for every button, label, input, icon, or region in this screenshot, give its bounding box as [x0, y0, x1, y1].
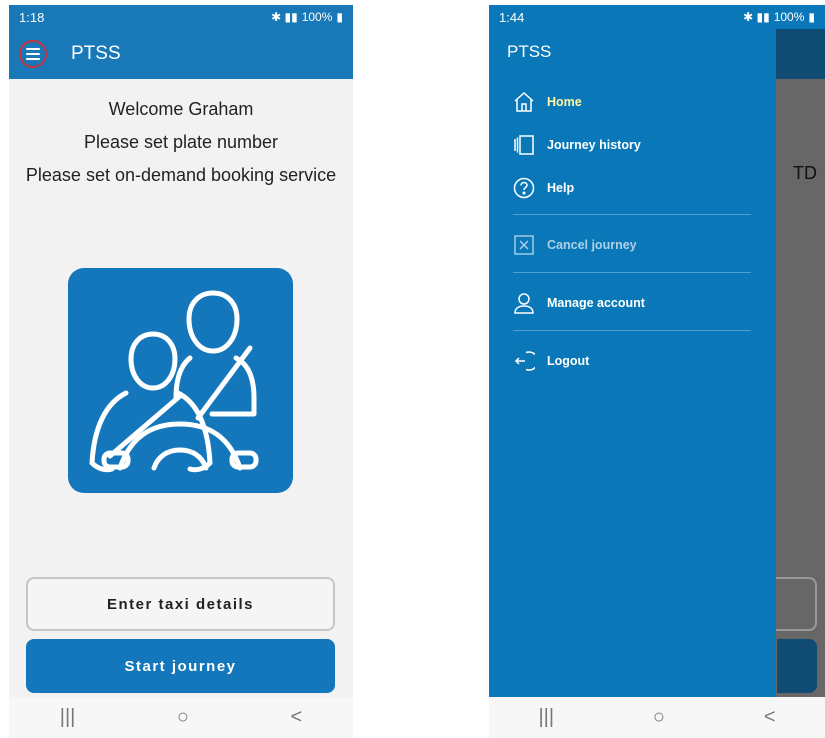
- account-icon: [513, 292, 535, 314]
- dimmed-background-text: TD: [793, 163, 817, 183]
- system-nav-bar: ||| ○ <: [489, 697, 825, 738]
- drawer-item-label: Manage account: [547, 296, 645, 310]
- status-bar: 1:18 ✱ ▮▮ 100% ▮: [9, 5, 353, 29]
- journey-history-icon: [513, 134, 535, 156]
- drawer-item-label: Cancel journey: [547, 238, 637, 252]
- drawer-item-home[interactable]: Home: [513, 91, 582, 113]
- status-time: 1:44: [499, 9, 525, 25]
- drawer-item-logout[interactable]: Logout: [513, 350, 589, 372]
- left-phone-screen: 1:18 ✱ ▮▮ 100% ▮ PTSS Welcome Graham Ple…: [9, 5, 353, 738]
- recents-icon[interactable]: |||: [538, 706, 554, 729]
- drawer-item-label: Journey history: [547, 138, 641, 152]
- enter-taxi-details-button[interactable]: Enter taxi details: [26, 577, 335, 631]
- drawer-divider: [513, 330, 751, 331]
- home-icon: [513, 91, 535, 113]
- cancel-icon: [513, 234, 535, 256]
- back-icon[interactable]: <: [291, 706, 303, 729]
- battery-icon: ▮: [808, 10, 815, 24]
- start-journey-button[interactable]: Start journey: [26, 639, 335, 693]
- home-nav-icon[interactable]: ○: [653, 706, 665, 729]
- battery-level: 100%: [773, 10, 805, 24]
- navigation-drawer: 1:44 ✱ ▮▮ 100% ▮ PTSS Home Journey histo…: [489, 5, 825, 697]
- status-bar: 1:44 ✱ ▮▮ 100% ▮: [489, 5, 825, 29]
- signal-icon: ✱ ▮▮: [271, 10, 298, 24]
- drawer-divider: [513, 272, 751, 273]
- drawer-item-help[interactable]: Help: [513, 177, 574, 199]
- plate-number-prompt: Please set plate number: [83, 132, 279, 152]
- drawer-item-label: Home: [547, 95, 582, 109]
- system-nav-bar: ||| ○ <: [9, 697, 353, 738]
- booking-service-prompt: Please set on-demand booking service: [25, 165, 337, 185]
- welcome-text: Welcome Graham: [108, 99, 254, 119]
- hamburger-menu-icon[interactable]: [19, 40, 47, 68]
- drawer-item-label: Logout: [547, 354, 590, 368]
- logout-icon: [513, 350, 535, 372]
- drawer-title: PTSS: [507, 42, 552, 61]
- drawer-item-manage-account[interactable]: Manage account: [513, 292, 645, 314]
- app-title: PTSS: [71, 43, 121, 64]
- battery-icon: ▮: [336, 10, 343, 24]
- drawer-item-journey-history[interactable]: Journey history: [513, 134, 641, 156]
- back-icon[interactable]: <: [764, 706, 776, 729]
- drawer-item-label: Help: [547, 181, 575, 195]
- status-time: 1:18: [19, 9, 45, 25]
- battery-level: 100%: [301, 10, 333, 24]
- welcome-messages: Welcome Graham Please set plate number P…: [9, 93, 353, 192]
- app-bar: PTSS: [9, 29, 353, 79]
- help-icon: [513, 177, 535, 199]
- recents-icon[interactable]: |||: [60, 706, 76, 729]
- home-nav-icon[interactable]: ○: [177, 706, 189, 729]
- right-phone-screen: TD 1:44 ✱ ▮▮ 100% ▮ PTSS Home Journey hi…: [489, 5, 825, 738]
- signal-icon: ✱ ▮▮: [743, 10, 770, 24]
- driver-passenger-illustration: [68, 268, 293, 493]
- dimmed-fill-button: [777, 639, 817, 693]
- drawer-item-cancel-journey[interactable]: Cancel journey: [513, 234, 637, 256]
- drawer-divider: [513, 214, 751, 215]
